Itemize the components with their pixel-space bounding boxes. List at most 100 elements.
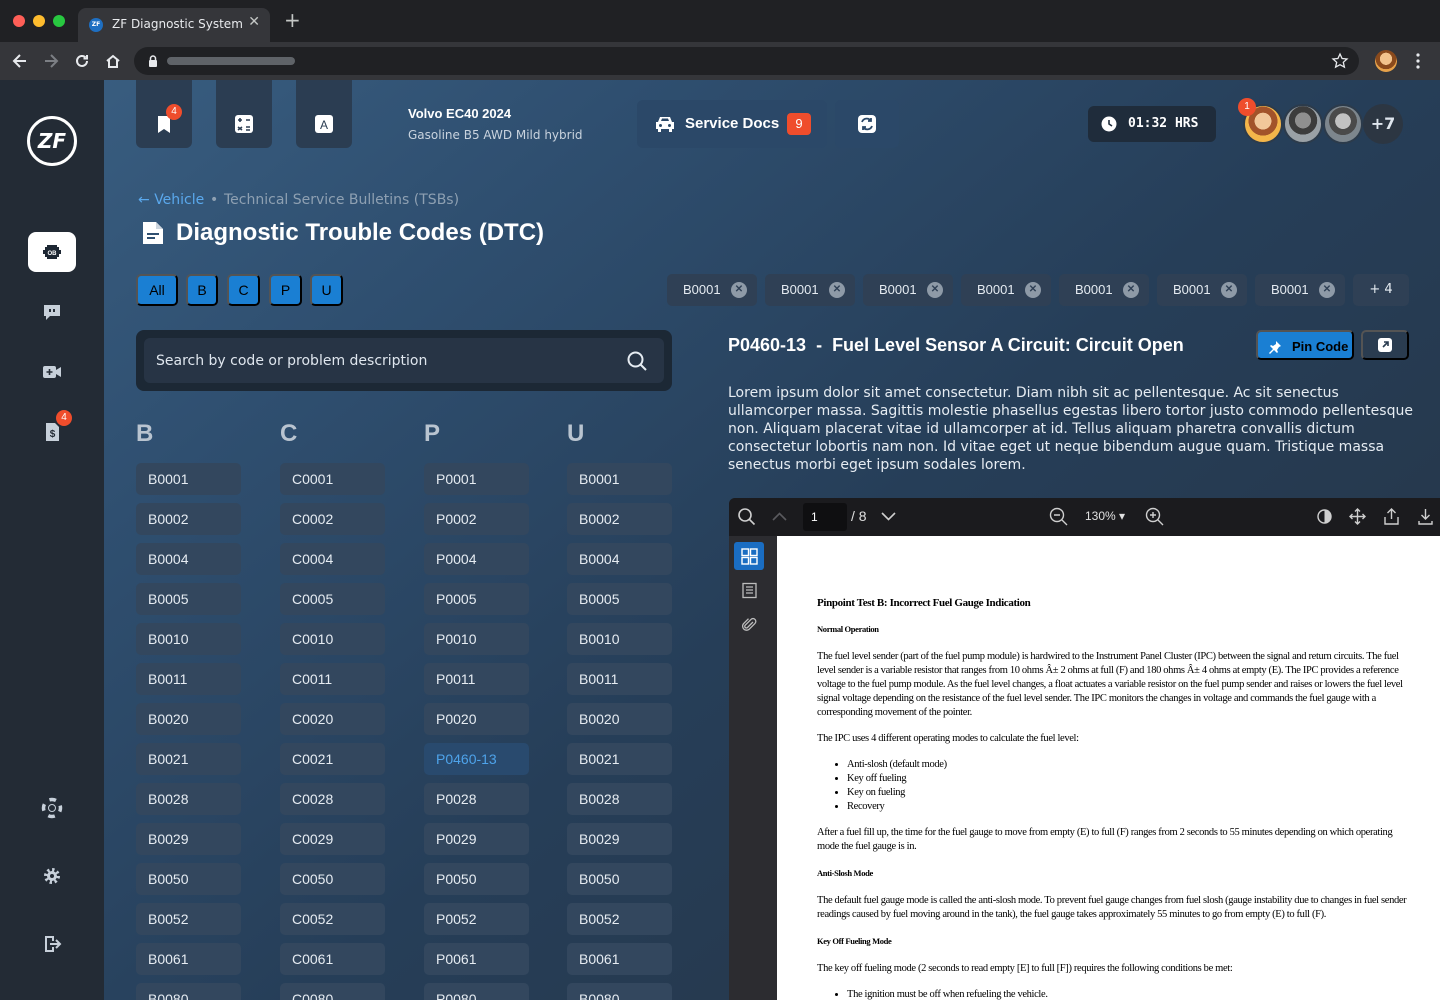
dtc-code-item[interactable]: P0010 bbox=[424, 623, 529, 655]
bookmarks-button[interactable]: 4 bbox=[136, 80, 192, 148]
dtc-code-item[interactable]: B0021 bbox=[136, 743, 241, 775]
search-icon[interactable] bbox=[737, 507, 756, 526]
dtc-code-item[interactable]: C0001 bbox=[280, 463, 385, 495]
user-avatar[interactable] bbox=[1283, 104, 1323, 144]
rail-item-chat[interactable] bbox=[28, 292, 76, 332]
window-minimize-button[interactable] bbox=[33, 15, 45, 27]
dtc-code-item[interactable]: B0052 bbox=[136, 903, 241, 935]
user-avatar[interactable] bbox=[1323, 104, 1363, 144]
search-input[interactable] bbox=[156, 338, 626, 383]
dtc-code-item[interactable]: C0029 bbox=[280, 823, 385, 855]
dtc-code-item[interactable]: B0004 bbox=[567, 543, 672, 575]
window-close-button[interactable] bbox=[13, 15, 25, 27]
recent-code-tag[interactable]: B0001 ✕ bbox=[961, 274, 1051, 306]
filter-all[interactable]: All bbox=[136, 274, 178, 306]
dtc-code-item[interactable]: B0002 bbox=[567, 503, 672, 535]
dtc-code-item[interactable]: P0028 bbox=[424, 783, 529, 815]
dtc-code-item[interactable]: P0004 bbox=[424, 543, 529, 575]
calculator-button[interactable] bbox=[216, 80, 272, 148]
dtc-code-item[interactable]: P0001 bbox=[424, 463, 529, 495]
bookmark-star-icon[interactable] bbox=[1331, 52, 1349, 70]
dtc-code-item[interactable]: C0052 bbox=[280, 903, 385, 935]
dtc-code-item[interactable]: C0021 bbox=[280, 743, 385, 775]
dtc-code-item[interactable]: C0050 bbox=[280, 863, 385, 895]
dtc-code-item[interactable]: P0011 bbox=[424, 663, 529, 695]
breadcrumb-back-link[interactable]: ← Vehicle bbox=[138, 192, 204, 208]
dtc-code-item[interactable]: B0021 bbox=[567, 743, 672, 775]
dtc-code-item[interactable]: B0061 bbox=[567, 943, 672, 975]
dtc-code-item[interactable]: C0061 bbox=[280, 943, 385, 975]
new-tab-button[interactable]: + bbox=[284, 10, 301, 30]
filter-u[interactable]: U bbox=[310, 274, 343, 306]
share-upload-icon[interactable] bbox=[1382, 507, 1401, 526]
dtc-code-item[interactable]: B0028 bbox=[136, 783, 241, 815]
dtc-code-item[interactable]: C0028 bbox=[280, 783, 385, 815]
contrast-icon[interactable] bbox=[1315, 507, 1334, 526]
pan-icon[interactable] bbox=[1348, 507, 1367, 526]
dtc-code-item[interactable]: P0029 bbox=[424, 823, 529, 855]
close-tab-icon[interactable]: ✕ bbox=[248, 14, 260, 30]
browser-tab[interactable]: ZF ZF Diagnostic System ✕ bbox=[78, 8, 270, 42]
dtc-code-item[interactable]: B0061 bbox=[136, 943, 241, 975]
service-docs-button[interactable]: Service Docs 9 bbox=[637, 100, 827, 148]
dtc-code-item[interactable]: P0005 bbox=[424, 583, 529, 615]
dtc-code-item[interactable]: B0010 bbox=[567, 623, 672, 655]
more-tags-button[interactable]: + 4 bbox=[1353, 274, 1409, 306]
dtc-code-item[interactable]: P0052 bbox=[424, 903, 529, 935]
dtc-code-item[interactable]: B0002 bbox=[136, 503, 241, 535]
more-users-button[interactable]: +7 bbox=[1363, 104, 1403, 144]
forward-arrow-icon[interactable] bbox=[41, 51, 61, 71]
dtc-code-item[interactable]: B0011 bbox=[567, 663, 672, 695]
browser-profile-avatar[interactable] bbox=[1375, 50, 1397, 72]
browser-menu-icon[interactable] bbox=[1411, 52, 1425, 70]
reload-icon[interactable] bbox=[72, 51, 92, 71]
remove-tag-icon[interactable]: ✕ bbox=[1319, 282, 1335, 298]
dtc-code-item[interactable]: B0004 bbox=[136, 543, 241, 575]
recent-code-tag[interactable]: B0001 ✕ bbox=[1157, 274, 1247, 306]
dtc-code-item[interactable]: P0050 bbox=[424, 863, 529, 895]
dtc-code-item[interactable]: C0011 bbox=[280, 663, 385, 695]
back-arrow-icon[interactable] bbox=[10, 51, 30, 71]
rail-item-invoice[interactable]: $ 4 bbox=[28, 410, 76, 452]
dtc-code-item[interactable]: P0020 bbox=[424, 703, 529, 735]
outline-button[interactable] bbox=[734, 576, 764, 604]
recent-code-tag[interactable]: B0001 ✕ bbox=[1059, 274, 1149, 306]
dtc-code-item[interactable]: B0005 bbox=[136, 583, 241, 615]
remove-tag-icon[interactable]: ✕ bbox=[1221, 282, 1237, 298]
rail-item-video[interactable] bbox=[28, 352, 76, 392]
thumbnails-button[interactable] bbox=[734, 542, 764, 570]
dtc-code-item[interactable]: C0080 bbox=[280, 983, 385, 1000]
remove-tag-icon[interactable]: ✕ bbox=[731, 282, 747, 298]
remove-tag-icon[interactable]: ✕ bbox=[1123, 282, 1139, 298]
dtc-code-item[interactable]: B0028 bbox=[567, 783, 672, 815]
breadcrumb-current[interactable]: Technical Service Bulletins (TSBs) bbox=[224, 192, 459, 208]
dtc-code-item[interactable]: P0002 bbox=[424, 503, 529, 535]
recent-code-tag[interactable]: B0001 ✕ bbox=[765, 274, 855, 306]
recent-code-tag[interactable]: B0001 ✕ bbox=[667, 274, 757, 306]
dtc-code-item[interactable]: B0011 bbox=[136, 663, 241, 695]
filter-c[interactable]: C bbox=[227, 274, 260, 306]
dtc-code-item[interactable]: B0020 bbox=[567, 703, 672, 735]
dtc-code-item[interactable]: B0080 bbox=[567, 983, 672, 1000]
dtc-code-item[interactable]: B0080 bbox=[136, 983, 241, 1000]
dtc-code-item[interactable]: C0004 bbox=[280, 543, 385, 575]
rail-item-support[interactable] bbox=[28, 788, 76, 828]
remove-tag-icon[interactable]: ✕ bbox=[1025, 282, 1041, 298]
filter-p[interactable]: P bbox=[269, 274, 302, 306]
home-icon[interactable] bbox=[103, 51, 123, 71]
zoom-select[interactable]: 130% ▾ bbox=[1085, 509, 1125, 523]
dtc-code-item[interactable]: B0052 bbox=[567, 903, 672, 935]
dtc-code-item[interactable]: C0010 bbox=[280, 623, 385, 655]
sync-button[interactable] bbox=[835, 100, 899, 148]
dtc-code-item[interactable]: C0020 bbox=[280, 703, 385, 735]
rail-item-dtc[interactable]: OB bbox=[28, 232, 76, 272]
zoom-in-icon[interactable] bbox=[1145, 507, 1164, 526]
dtc-code-item[interactable]: C0002 bbox=[280, 503, 385, 535]
dtc-code-item[interactable]: B0029 bbox=[136, 823, 241, 855]
dtc-code-item[interactable]: B0050 bbox=[136, 863, 241, 895]
rail-item-settings[interactable] bbox=[28, 856, 76, 896]
recent-code-tag[interactable]: B0001 ✕ bbox=[863, 274, 953, 306]
font-size-button[interactable]: A bbox=[296, 80, 352, 148]
window-maximize-button[interactable] bbox=[53, 15, 65, 27]
filter-b[interactable]: B bbox=[186, 274, 218, 306]
